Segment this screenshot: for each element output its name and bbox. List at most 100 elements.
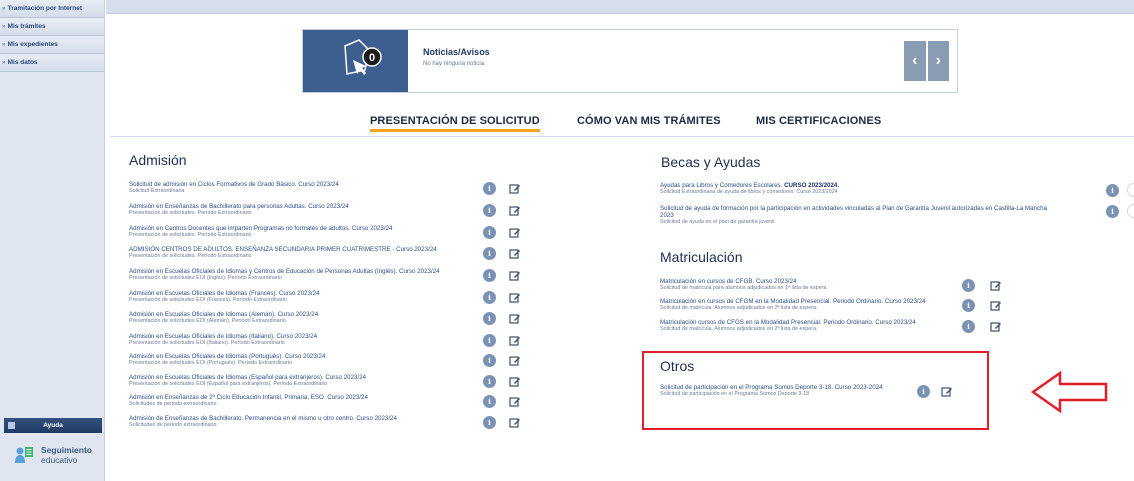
item-title: Admisión en Escuelas Oficiales de Idioma… — [129, 374, 366, 381]
list-item[interactable]: Admisión en Escuelas Oficiales de Idioma… — [129, 290, 320, 303]
edit-icon[interactable] — [509, 227, 521, 239]
item-subtitle: Solicitud Extraordinaria de ayuda de lib… — [660, 189, 838, 195]
edit-icon[interactable] — [509, 183, 521, 195]
item-title: Admisión en Escuelas Oficiales de Idioma… — [129, 290, 320, 297]
info-icon[interactable]: i — [483, 312, 496, 325]
sidebar-item-mis-tramites[interactable]: » Mis trámites — [0, 18, 104, 36]
edit-icon[interactable] — [509, 417, 521, 429]
edit-icon[interactable] — [509, 355, 521, 367]
sidebar-item-mis-datos[interactable]: » Mis datos — [0, 54, 104, 72]
section-title-matriculacion: Matriculación — [660, 249, 743, 265]
list-item[interactable]: Admisión de Enseñanzas de Bachillerato. … — [129, 415, 397, 428]
seguimiento-label: Seguimiento educativo — [41, 445, 92, 465]
education-icon — [15, 447, 33, 463]
edit-icon[interactable] — [509, 270, 521, 282]
item-subtitle: Presentación de solicitudes EOI (Alemán)… — [129, 318, 286, 324]
help-icon — [8, 422, 15, 429]
news-subtitle: No hay ninguna noticia. — [423, 61, 486, 67]
section-title-becas: Becas y Ayudas — [661, 154, 761, 170]
list-item[interactable]: Solicitud de admisión en Ciclos Formativ… — [129, 181, 339, 194]
edit-icon[interactable] — [509, 292, 521, 304]
list-item[interactable]: Ayudas para Libros y Comedores Escolares… — [660, 182, 839, 195]
list-item[interactable]: Matriculación cursos de CFGS en la Modal… — [660, 319, 916, 332]
tab-presentacion-solicitud[interactable]: PRESENTACIÓN DE SOLICITUD — [370, 115, 540, 132]
sidebar-item-tramitacion[interactable]: » Tramitación por Internet — [0, 0, 104, 18]
chevron-right-icon: » — [2, 41, 6, 48]
list-item[interactable]: Admisión en Escuelas Oficiales de Idioma… — [129, 374, 366, 387]
list-item[interactable]: Admisión en Escuelas Oficiales de Idioma… — [129, 353, 325, 366]
edit-icon[interactable] — [1127, 183, 1134, 197]
edit-icon[interactable] — [1127, 204, 1134, 218]
edit-icon[interactable] — [509, 335, 521, 347]
item-title: Admisión en Escuelas Oficiales de Idioma… — [129, 333, 318, 340]
info-icon[interactable]: i — [483, 354, 496, 367]
prev-news-button[interactable]: ‹ — [904, 41, 928, 81]
ayuda-button[interactable]: Ayuda — [4, 418, 102, 433]
list-item[interactable]: Admisión en Escuelas Oficiales de Idioma… — [129, 311, 318, 324]
next-news-button[interactable]: › — [928, 41, 950, 81]
item-title: Matriculación en cursos de CFGB. Curso 2… — [660, 278, 797, 285]
chevron-right-icon: » — [2, 59, 6, 66]
chevron-right-icon: » — [2, 23, 6, 30]
info-icon[interactable]: i — [483, 182, 496, 195]
info-icon[interactable]: i — [483, 247, 496, 260]
item-title: Solicitud de ayuda de formación por la p… — [660, 205, 1047, 212]
item-title-line2: 2023 — [660, 212, 674, 219]
tab-mis-certificaciones[interactable]: MIS CERTIFICACIONES — [756, 115, 881, 127]
list-item[interactable]: Admisión en Enseñanzas de Bachillerato p… — [129, 203, 349, 216]
info-icon[interactable]: i — [962, 320, 975, 333]
item-subtitle: Presentación de solicitudes EOI (Español… — [129, 381, 328, 387]
item-subtitle: Presentación de solicitudes EOI (Francés… — [129, 297, 287, 303]
info-icon[interactable]: i — [1106, 205, 1119, 218]
sidebar-item-mis-expedientes[interactable]: » Mis expedientes — [0, 36, 104, 54]
item-subtitle: Presentación de solicitudes EOI (Portugu… — [129, 360, 293, 366]
edit-icon[interactable] — [509, 313, 521, 325]
item-subtitle: Presentación de solicitudes EOI (Italian… — [129, 340, 285, 346]
info-icon[interactable]: i — [483, 395, 496, 408]
tab-como-van-mis-tramites[interactable]: CÓMO VAN MIS TRÁMITES — [577, 115, 721, 127]
seguimiento-educativo-link[interactable]: Seguimiento educativo — [14, 443, 104, 467]
info-icon[interactable]: i — [483, 416, 496, 429]
item-title: Admisión en Escuelas Oficiales de Idioma… — [129, 353, 326, 360]
edit-icon[interactable] — [509, 248, 521, 260]
highlight-box — [642, 351, 989, 430]
info-icon[interactable]: i — [483, 226, 496, 239]
list-item[interactable]: ADMISIÓN CENTROS DE ADULTOS. ENSEÑANZA S… — [129, 246, 437, 259]
list-item[interactable]: Matriculación en cursos de CFGM en la Mo… — [660, 298, 926, 311]
edit-icon[interactable] — [990, 280, 1002, 292]
info-icon[interactable]: i — [483, 291, 496, 304]
item-subtitle: Solicitud de matrícula para alumnos adju… — [660, 285, 827, 291]
edit-icon[interactable] — [990, 300, 1002, 312]
item-title: Matriculación en cursos de CFGM en la Mo… — [660, 298, 926, 305]
edit-icon[interactable] — [990, 321, 1002, 333]
edit-icon[interactable] — [509, 396, 521, 408]
item-title: Ayudas para Libros y Comedores Escolares… — [660, 182, 839, 189]
list-item[interactable]: Solicitud de ayuda de formación por la p… — [660, 205, 1047, 225]
sidebar-item-label: Mis trámites — [7, 23, 46, 30]
item-title: Solicitud de admisión en Ciclos Formativ… — [129, 181, 339, 188]
info-icon[interactable]: i — [483, 334, 496, 347]
item-title: Matriculación cursos de CFGS en la Modal… — [660, 319, 916, 326]
sidebar-item-label: Mis datos — [7, 59, 38, 66]
sidebar-item-label: Mis expedientes — [7, 41, 58, 48]
edit-icon[interactable] — [509, 205, 521, 217]
info-icon[interactable]: i — [962, 299, 975, 312]
item-subtitle: Solicitudes de periodo extraordinario — [129, 401, 217, 407]
list-item[interactable]: Admisión en Escuelas Oficiales de Idioma… — [129, 333, 317, 346]
list-item[interactable]: Admisión en Escuelas Oficiales de Idioma… — [129, 268, 440, 281]
news-icon-box: 0 — [303, 30, 408, 92]
list-item[interactable]: Admisión en Centros Docentes que imparte… — [129, 225, 392, 238]
list-item[interactable]: Admisión en Enseñanzas de 2º Ciclo Educa… — [129, 394, 368, 407]
list-item[interactable]: Matriculación en cursos de CFGB. Curso 2… — [660, 278, 827, 291]
info-icon[interactable]: i — [483, 204, 496, 217]
info-icon[interactable]: i — [1106, 184, 1119, 197]
info-icon[interactable]: i — [483, 375, 496, 388]
notification-icon: 0 — [344, 39, 382, 75]
pointer-arrow-icon — [1030, 370, 1108, 414]
info-icon[interactable]: i — [483, 269, 496, 282]
item-subtitle: Solicitudes de periodo extraordinario — [129, 422, 217, 428]
news-count: 0 — [369, 52, 375, 64]
edit-icon[interactable] — [509, 376, 521, 388]
info-icon[interactable]: i — [962, 279, 975, 292]
item-subtitle: Presentación de solicitudes. Período Ext… — [129, 253, 252, 259]
